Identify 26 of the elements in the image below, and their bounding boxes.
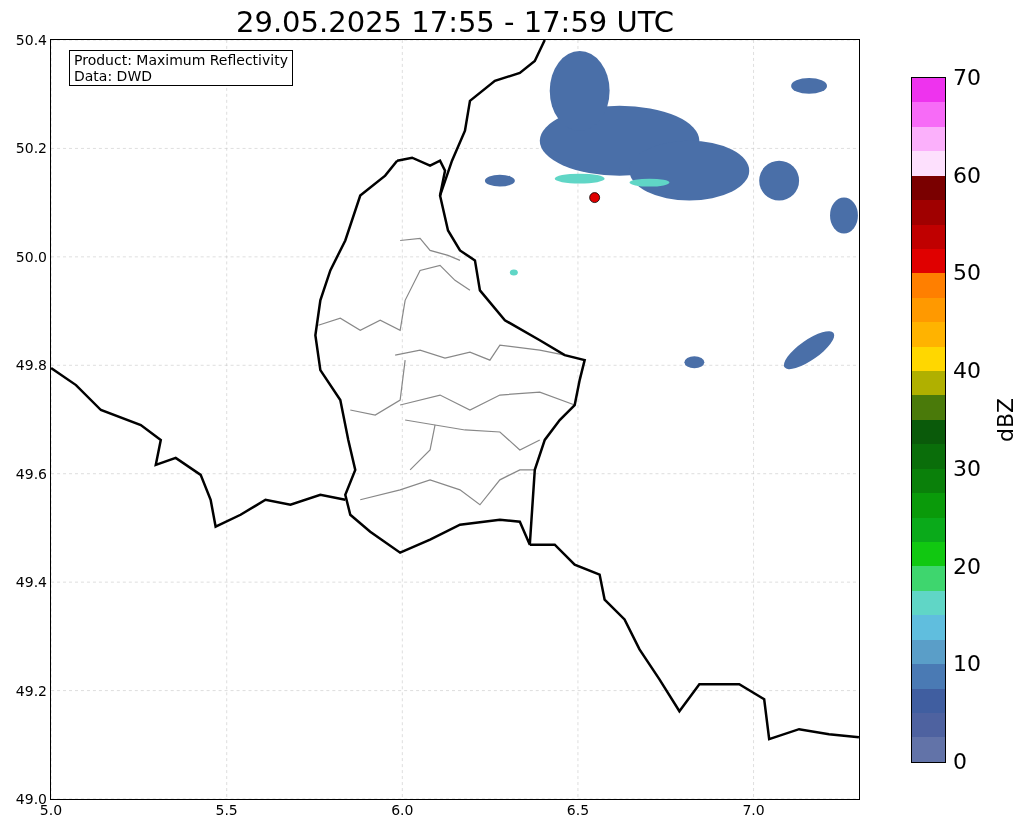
colorbar-tick-label: 0 [953,751,967,773]
colorbar-tick-label: 70 [953,67,981,89]
x-tick-label: 5.0 [39,803,63,817]
annotation-text: Data: DWD [74,68,153,84]
y-tick-label: 49.4 [15,575,47,590]
x-tick-label: 5.5 [215,803,238,817]
chart-title: 29.05.2025 17:55 - 17:59 UTC [236,8,674,37]
colorbar-tick-label: 60 [953,164,981,187]
colorbar-tick-label: 20 [953,555,981,578]
colorbar-label: dBZ [995,397,1018,443]
x-tick-label: 6.5 [566,803,590,817]
radar-site-marker [589,192,600,203]
colorbar-tick-label: 10 [953,653,981,676]
colorbar-tick-label: 50 [953,262,981,285]
y-tick-label: 49.6 [15,466,47,481]
y-tick-label: 50.2 [15,141,47,156]
y-tick-label: 49.8 [15,358,47,373]
colorbar-tick-label: 40 [953,360,981,383]
y-tick-label: 50.0 [15,249,47,264]
x-tick-label: 7.0 [742,803,765,817]
y-tick-label: 49.2 [15,683,47,698]
y-tick-label: 50.4 [15,33,47,47]
x-tick-label: 6.0 [391,803,414,817]
annotation-text: Product: Maximum Reflectivity [74,52,288,68]
y-tick-label: 49.0 [15,792,47,806]
colorbar-tick-label: 30 [953,457,981,480]
